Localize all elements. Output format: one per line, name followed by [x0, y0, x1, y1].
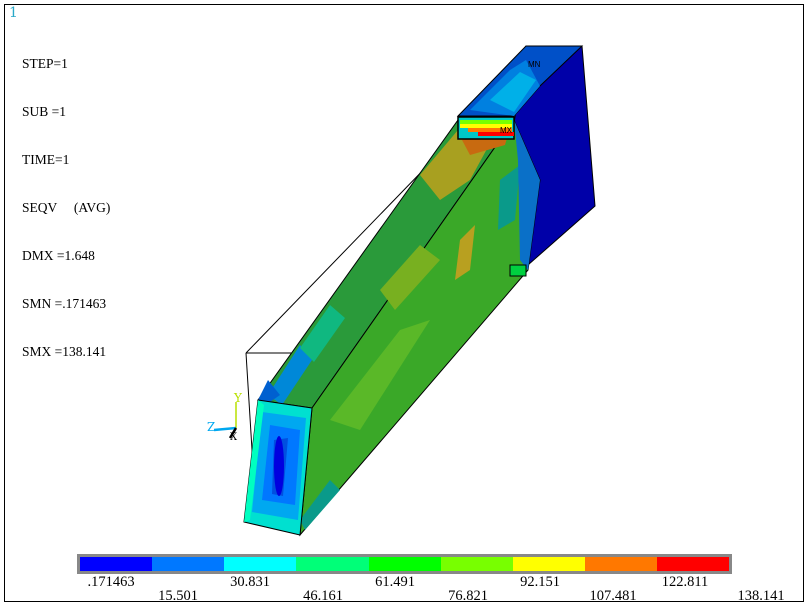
- legend-label-9: 122.811: [661, 574, 709, 590]
- legend-band-3: [224, 557, 296, 571]
- top-section: MX: [457, 116, 515, 140]
- legend-label-7: 92.151: [520, 574, 560, 590]
- triad-y-label: Y: [233, 391, 243, 405]
- legend-label-10: 138.141: [737, 588, 785, 604]
- legend-band-8: [585, 557, 657, 571]
- legend-label-5: 61.491: [375, 574, 415, 590]
- min-marker: MN: [528, 60, 541, 69]
- legend-band-6: [441, 557, 513, 571]
- stress-contour-model: MX MN Y Z X: [207, 45, 596, 537]
- legend-label-4: 46.161: [303, 588, 343, 604]
- triad-x-label: X: [230, 432, 238, 443]
- legend-label-2: 15.501: [158, 588, 198, 604]
- contour-legend-bar: [77, 554, 732, 574]
- legend-band-7: [513, 557, 585, 571]
- legend-label-1: .171463: [87, 574, 135, 590]
- coordinate-triad: Y Z X: [207, 391, 243, 443]
- legend-label-6: 76.821: [448, 588, 488, 604]
- bottom-end-face: [243, 399, 313, 536]
- legend-band-2: [152, 557, 224, 571]
- legend-band-1: [80, 557, 152, 571]
- max-marker: MX: [500, 126, 513, 135]
- legend-band-4: [296, 557, 369, 571]
- legend-band-9: [657, 557, 729, 571]
- legend-label-8: 107.481: [589, 588, 637, 604]
- legend-band-5: [369, 557, 441, 571]
- legend-label-3: 30.831: [230, 574, 270, 590]
- triad-z-label: Z: [207, 420, 215, 434]
